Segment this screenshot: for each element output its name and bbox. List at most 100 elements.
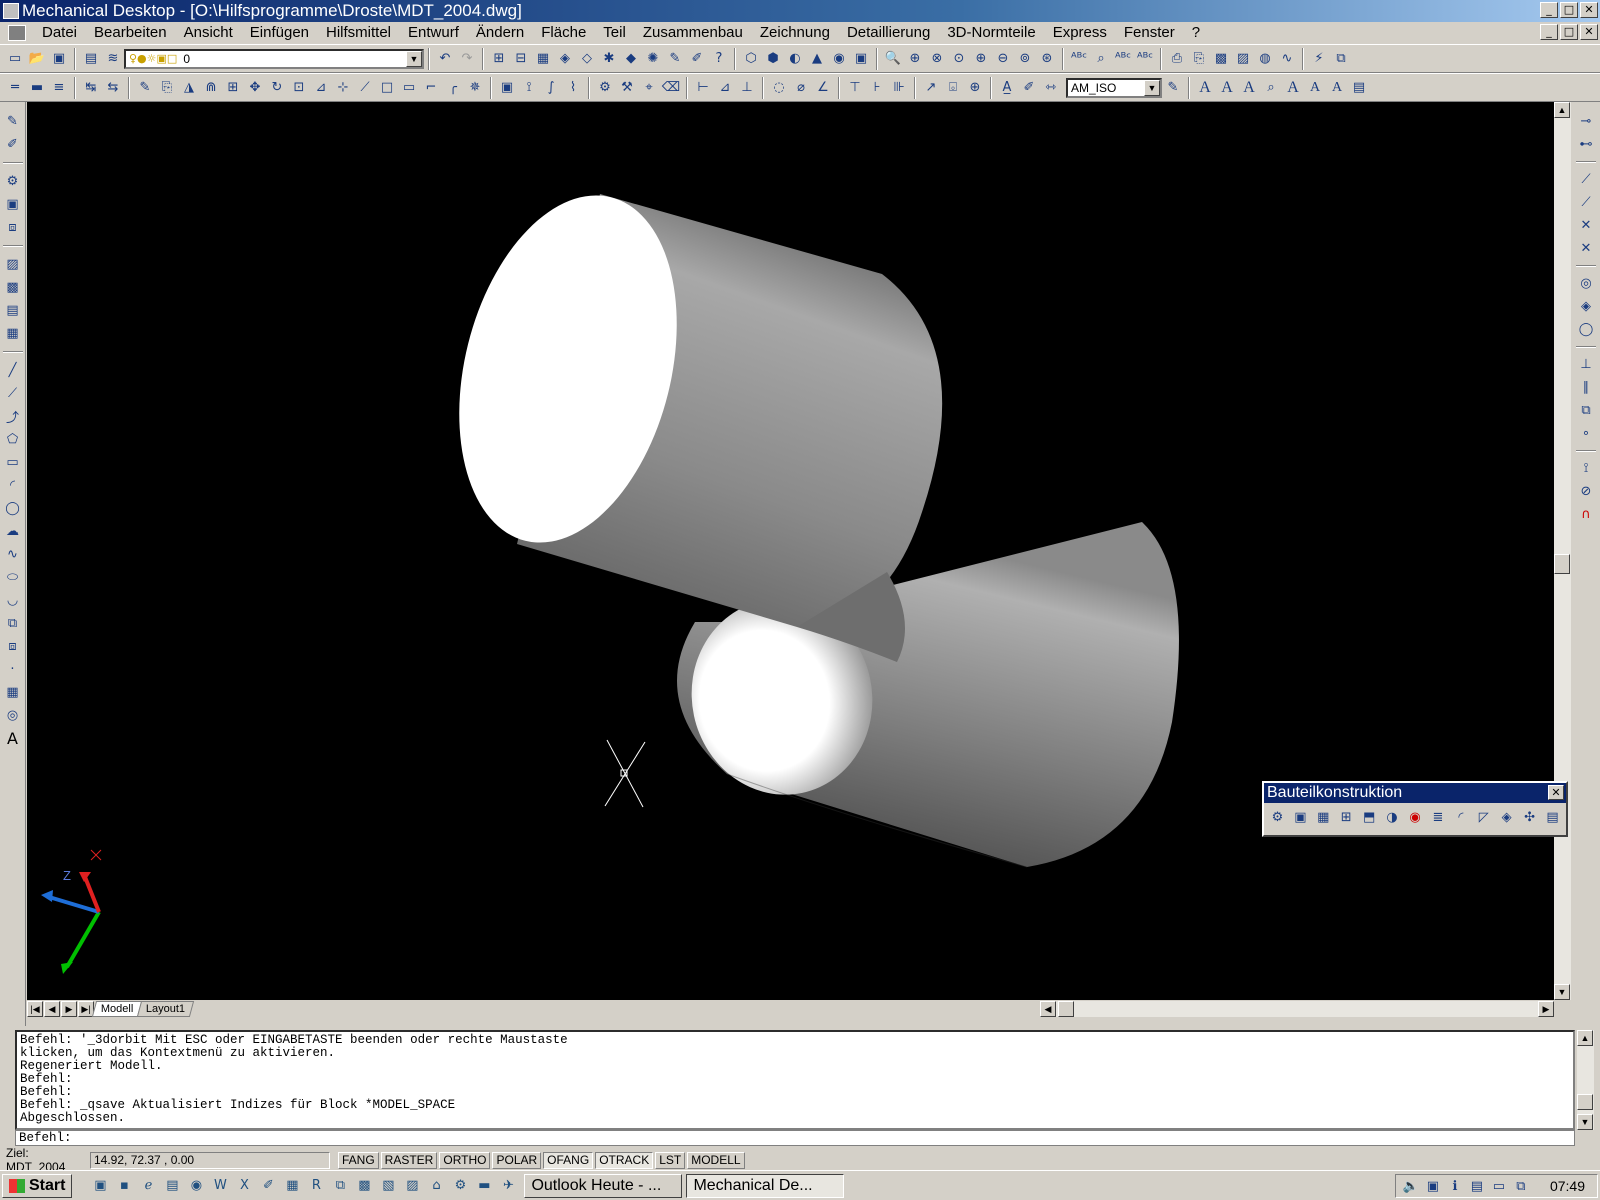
circle-icon[interactable]: ◯ [3,498,23,519]
close-button[interactable]: ✕ [1580,2,1598,18]
dimstyle-edit-icon[interactable]: ✎ [1163,78,1183,98]
acrobat-icon[interactable]: ✐ [257,1176,279,1196]
explode-entity-icon[interactable]: ✵ [465,78,485,98]
zoom-dynamic-icon[interactable]: ⊗ [927,49,947,69]
annotation-icon[interactable]: ▩ [3,277,23,298]
excel-icon[interactable]: X [233,1176,255,1196]
snap-midpoint-icon[interactable]: ⊷ [1576,134,1596,155]
wave-icon[interactable]: ∿ [1277,49,1297,69]
spell-icon[interactable]: ᴬᴮᶜ [1069,49,1089,69]
upper-cylinder[interactable] [425,172,943,662]
material-icon[interactable]: ▨ [1233,49,1253,69]
draworder-icon[interactable]: ▣ [497,78,517,98]
scroll-up-button[interactable]: ▲ [1577,1030,1593,1046]
boxed-text-icon[interactable]: A [1327,78,1347,98]
zoom-out-icon[interactable]: ⊖ [993,49,1013,69]
erase-icon[interactable]: ✎ [135,78,155,98]
pencil-icon[interactable]: ✎ [665,49,685,69]
justify-text-icon[interactable]: A [1305,78,1325,98]
scroll-thumb[interactable] [1554,554,1570,574]
linear-dimension-icon[interactable]: ⊢ [693,78,713,98]
revolve-icon[interactable]: ◉ [829,49,849,69]
clipboard-icon[interactable]: ▤ [1542,807,1563,827]
drawing-viewport[interactable]: Z [27,102,1554,1000]
network-icon[interactable]: ⧉ [329,1176,351,1196]
chevron-down-icon[interactable]: ▼ [406,50,422,67]
close-icon[interactable]: ✕ [1548,785,1564,800]
workaxis-icon[interactable]: ⧈ [3,217,23,238]
array-icon[interactable]: ⊞ [223,78,243,98]
find-text-icon[interactable]: ⌕ [1261,78,1281,98]
copy-icon[interactable]: ⎘ [157,78,177,98]
open-file-icon[interactable]: 📂 [27,49,47,69]
shell-feature-icon[interactable]: ◈ [1496,807,1517,827]
app-icon-f[interactable]: ▬ [473,1176,495,1196]
menu-ansicht[interactable]: Ansicht [176,22,242,44]
extend-icon[interactable]: ⟋ [355,78,375,98]
edit-icon[interactable]: ✐ [687,49,707,69]
workplane-icon[interactable]: ▣ [3,194,23,215]
mtext-icon[interactable]: A [1217,78,1237,98]
tray-network-icon[interactable]: ⧉ [1511,1176,1531,1196]
menu-teil[interactable]: Teil [595,22,635,44]
word-icon[interactable]: W [209,1176,231,1196]
new-file-icon[interactable]: ▭ [5,49,25,69]
rotate-icon[interactable]: ↻ [267,78,287,98]
minimize-button[interactable]: _ [1540,2,1558,18]
revision-cloud-icon[interactable]: ☁ [3,521,23,542]
extrude-icon[interactable]: ▲ [807,49,827,69]
snap-quadrant-icon[interactable]: ◈ [1576,296,1596,317]
menu-datei[interactable]: Datei [34,22,86,44]
zoom-extents-icon[interactable]: ⊛ [1037,49,1057,69]
layer-iso-icon[interactable]: ⇆ [103,78,123,98]
multiline-text-icon[interactable]: A [3,728,23,749]
zoom-scale-icon[interactable]: ⊙ [949,49,969,69]
show-desktop-icon[interactable]: ▣ [89,1176,111,1196]
tray-monitor-icon[interactable]: ▭ [1489,1176,1509,1196]
snap-none-icon[interactable]: ⊘ [1576,481,1596,502]
ellipse-arc-icon[interactable]: ◡ [3,590,23,611]
menu-3d-normteile[interactable]: 3D-Normteile [939,22,1044,44]
menu-express[interactable]: Express [1045,22,1116,44]
menu-help[interactable]: ? [1184,22,1209,44]
plotstyle-icon[interactable]: ≡ [49,78,69,98]
extrude-feature-icon[interactable]: ⬒ [1359,807,1380,827]
ellipse-icon[interactable]: ⬭ [3,567,23,588]
eraser-icon[interactable]: ⌫ [661,78,681,98]
rectangle-icon[interactable]: ▭ [3,452,23,473]
qdim-icon[interactable]: ⊪ [889,78,909,98]
app-icon-g[interactable]: ✈ [497,1176,519,1196]
edit-hatch-icon[interactable]: ⌇ [563,78,583,98]
remote-icon[interactable]: R [305,1176,327,1196]
scroll-down-button[interactable]: ▼ [1554,984,1570,1000]
redo-icon[interactable]: ↷ [457,49,477,69]
snap-perpendicular-icon[interactable]: ⊥ [1576,354,1596,375]
table-icon[interactable]: ▦ [533,49,553,69]
doc-close-button[interactable]: ✕ [1580,24,1598,40]
edit-polyline-icon[interactable]: ⟟ [519,78,539,98]
first-tab-button[interactable]: |◀ [27,1001,43,1017]
scroll-down-button[interactable]: ▼ [1577,1114,1593,1130]
snap-node-icon[interactable]: ∘ [1576,423,1596,444]
burst-icon[interactable]: ✺ [643,49,663,69]
text-icon[interactable]: A [1195,78,1215,98]
app-icon-e[interactable]: ⚙ [449,1176,471,1196]
zoom-window-icon[interactable]: ⊕ [905,49,925,69]
menu-hilfsmittel[interactable]: Hilfsmittel [318,22,400,44]
prev-tab-button[interactable]: ◀ [44,1001,60,1017]
tray-app-icon[interactable]: ▣ [1423,1176,1443,1196]
convert-text-icon[interactable]: ▤ [1349,78,1369,98]
menu-einfuegen[interactable]: Einfügen [242,22,318,44]
line-icon[interactable]: ╱ [3,360,23,381]
app-icon-b[interactable]: ▧ [377,1176,399,1196]
part-edit-icon[interactable]: ⚙ [595,78,615,98]
scale-text-icon[interactable]: A [1283,78,1303,98]
network-icon[interactable]: ⧉ [1331,49,1351,69]
tag-icon[interactable]: ⌖ [639,78,659,98]
snap-nearest-icon[interactable]: ⟟ [1576,458,1596,479]
menu-fenster[interactable]: Fenster [1116,22,1184,44]
menu-zeichnung[interactable]: Zeichnung [752,22,839,44]
app-icon-d[interactable]: ⌂ [425,1176,447,1196]
pattern-feature-icon[interactable]: ✣ [1519,807,1540,827]
text-style-edit-icon[interactable]: A [1239,78,1259,98]
